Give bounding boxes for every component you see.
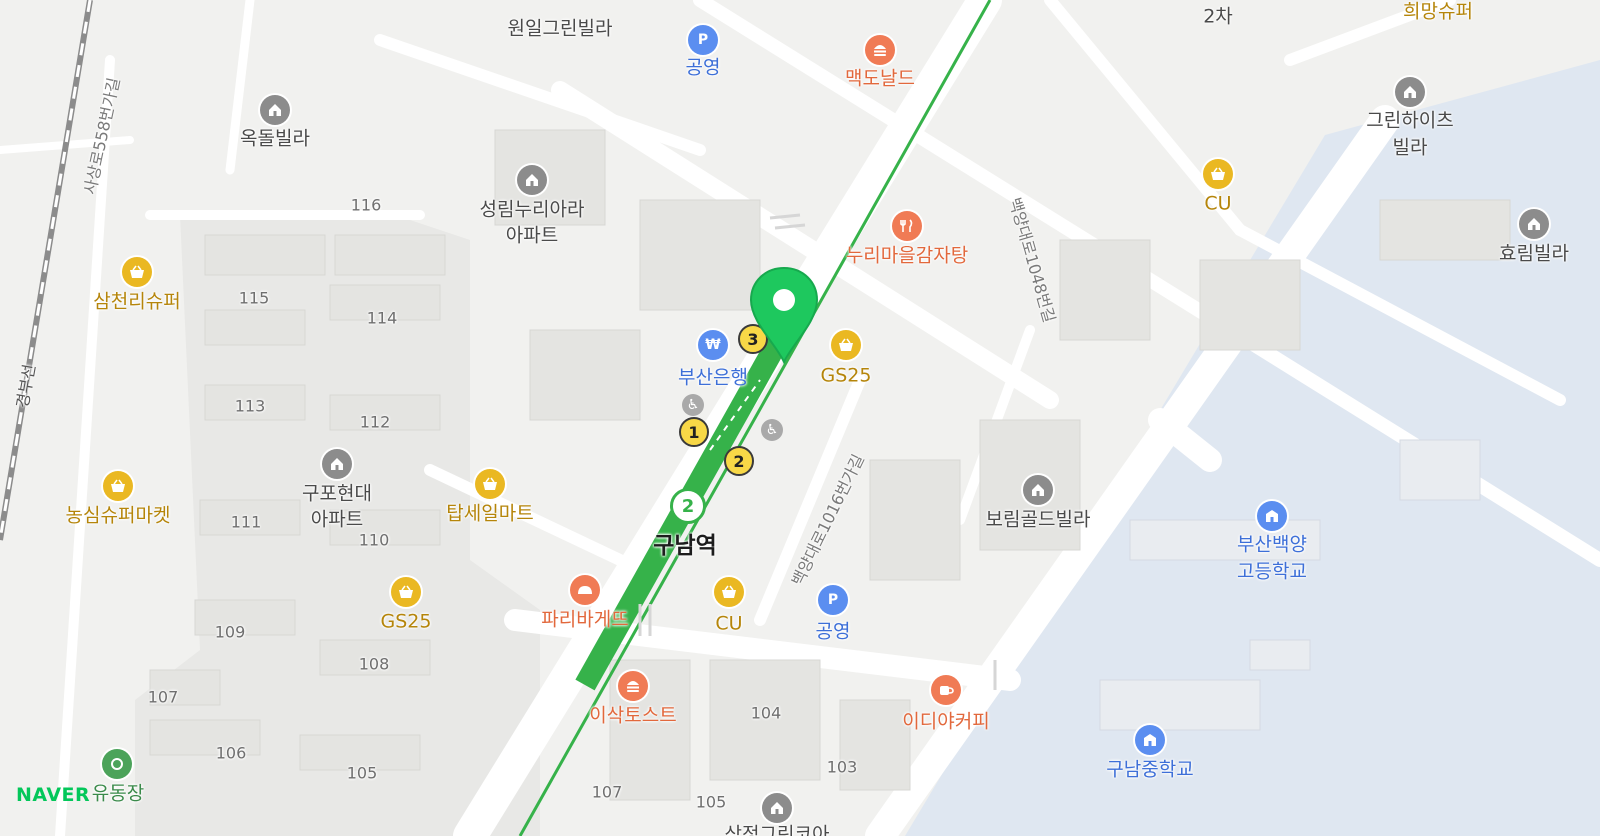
label-huimang[interactable]: 희망슈퍼: [1403, 1, 1473, 24]
house-icon[interactable]: [1395, 77, 1425, 107]
wheelchair-icon: ♿: [682, 394, 704, 416]
school-icon[interactable]: [1135, 725, 1165, 755]
label-hyorim[interactable]: 효림빌라: [1499, 243, 1569, 266]
building-number: 106: [215, 743, 247, 763]
burger-icon[interactable]: [865, 35, 895, 65]
label-nongsim[interactable]: 농심슈퍼마켓: [66, 505, 171, 528]
label-gunam-ms[interactable]: 구남중학교: [1106, 759, 1193, 782]
map-base-layer: [0, 0, 1600, 836]
building-number: 107: [147, 687, 179, 707]
building-number: 105: [695, 792, 727, 812]
label-playground[interactable]: 유동장: [92, 783, 144, 806]
building-number: 103: [826, 757, 858, 777]
label-greenheights-1[interactable]: 그린하이츠: [1366, 110, 1453, 133]
label-seongrim-2[interactable]: 아파트: [506, 225, 558, 248]
building-number: 115: [238, 288, 270, 308]
basket-icon[interactable]: [714, 577, 744, 607]
label-gs25-station[interactable]: GS25: [821, 365, 872, 388]
map-canvas[interactable]: 원일그린빌라 P 공영 맥도날드 희망슈퍼 2차 옥돌빌라 사상로558번가길 …: [0, 0, 1600, 836]
label-parking-top[interactable]: 공영: [686, 57, 721, 80]
building-number: 110: [358, 530, 390, 550]
bread-icon[interactable]: [570, 575, 600, 605]
exit-2-badge[interactable]: 2: [724, 446, 754, 476]
building-number: 113: [234, 396, 266, 416]
basket-icon[interactable]: [391, 577, 421, 607]
parking-icon[interactable]: P: [688, 25, 718, 55]
house-icon[interactable]: [260, 95, 290, 125]
house-icon[interactable]: [322, 449, 352, 479]
won-icon[interactable]: ₩: [698, 330, 728, 360]
station-name[interactable]: 구남역: [653, 533, 716, 561]
house-icon[interactable]: [1023, 475, 1053, 505]
burger-icon[interactable]: [618, 671, 648, 701]
label-mcdonalds[interactable]: 맥도날드: [845, 68, 915, 91]
playground-icon[interactable]: [102, 749, 132, 779]
house-icon[interactable]: [517, 165, 547, 195]
label-tapseil[interactable]: 탑세일마트: [446, 503, 533, 526]
label-greenheights-2[interactable]: 빌라: [1393, 137, 1428, 160]
building-number: 112: [359, 412, 391, 432]
wheelchair-icon: ♿: [761, 419, 783, 441]
building-number: 111: [230, 512, 262, 532]
label-gupo-2[interactable]: 아파트: [311, 509, 363, 532]
subway-line2-badge[interactable]: 2: [670, 488, 706, 524]
fork-knife-icon[interactable]: [892, 211, 922, 241]
label-gs25-left[interactable]: GS25: [381, 611, 432, 634]
building-number: 108: [358, 654, 390, 674]
building-number: 116: [350, 195, 382, 215]
label-cu-top[interactable]: CU: [1204, 193, 1231, 216]
house-icon[interactable]: [762, 793, 792, 823]
building-number: 105: [346, 763, 378, 783]
building-number: 114: [366, 308, 398, 328]
location-pin-icon[interactable]: [748, 266, 820, 368]
basket-icon[interactable]: [475, 469, 505, 499]
label-busan-hs-2[interactable]: 고등학교: [1237, 561, 1307, 584]
label-busan-hs-1[interactable]: 부산백양: [1237, 534, 1307, 557]
basket-icon[interactable]: [103, 471, 133, 501]
basket-icon[interactable]: [831, 330, 861, 360]
label-top2[interactable]: 2차: [1203, 6, 1233, 29]
basket-icon[interactable]: [122, 257, 152, 287]
building-number: 104: [750, 703, 782, 723]
basket-icon[interactable]: [1203, 159, 1233, 189]
label-samjeong[interactable]: 삼정그린코아: [725, 824, 830, 836]
label-nuri[interactable]: 누리마을감자탕: [846, 245, 968, 268]
label-gupo-1[interactable]: 구포현대: [302, 483, 372, 506]
label-busanbank[interactable]: 부산은행: [678, 367, 748, 390]
house-icon[interactable]: [1519, 209, 1549, 239]
label-ediya[interactable]: 이디야커피: [902, 711, 989, 734]
label-seongrim-1[interactable]: 성림누리아라: [480, 199, 585, 222]
label-borim[interactable]: 보림골드빌라: [986, 509, 1091, 532]
parking-icon[interactable]: P: [818, 585, 848, 615]
label-wonil[interactable]: 원일그린빌라: [508, 18, 613, 41]
building-number: 107: [591, 782, 623, 802]
school-icon[interactable]: [1257, 501, 1287, 531]
label-isaac[interactable]: 이삭토스트: [589, 705, 676, 728]
cup-icon[interactable]: [931, 675, 961, 705]
label-okdol[interactable]: 옥돌빌라: [240, 128, 310, 151]
label-paris[interactable]: 파리바게뜨: [541, 609, 628, 632]
naver-logo: NAVER: [16, 784, 91, 806]
label-parking-mid[interactable]: 공영: [816, 621, 851, 644]
building-number: 109: [214, 622, 246, 642]
label-samcheonri[interactable]: 삼천리슈퍼: [93, 291, 180, 314]
exit-1-badge[interactable]: 1: [679, 417, 709, 447]
label-cu-station[interactable]: CU: [715, 613, 742, 636]
